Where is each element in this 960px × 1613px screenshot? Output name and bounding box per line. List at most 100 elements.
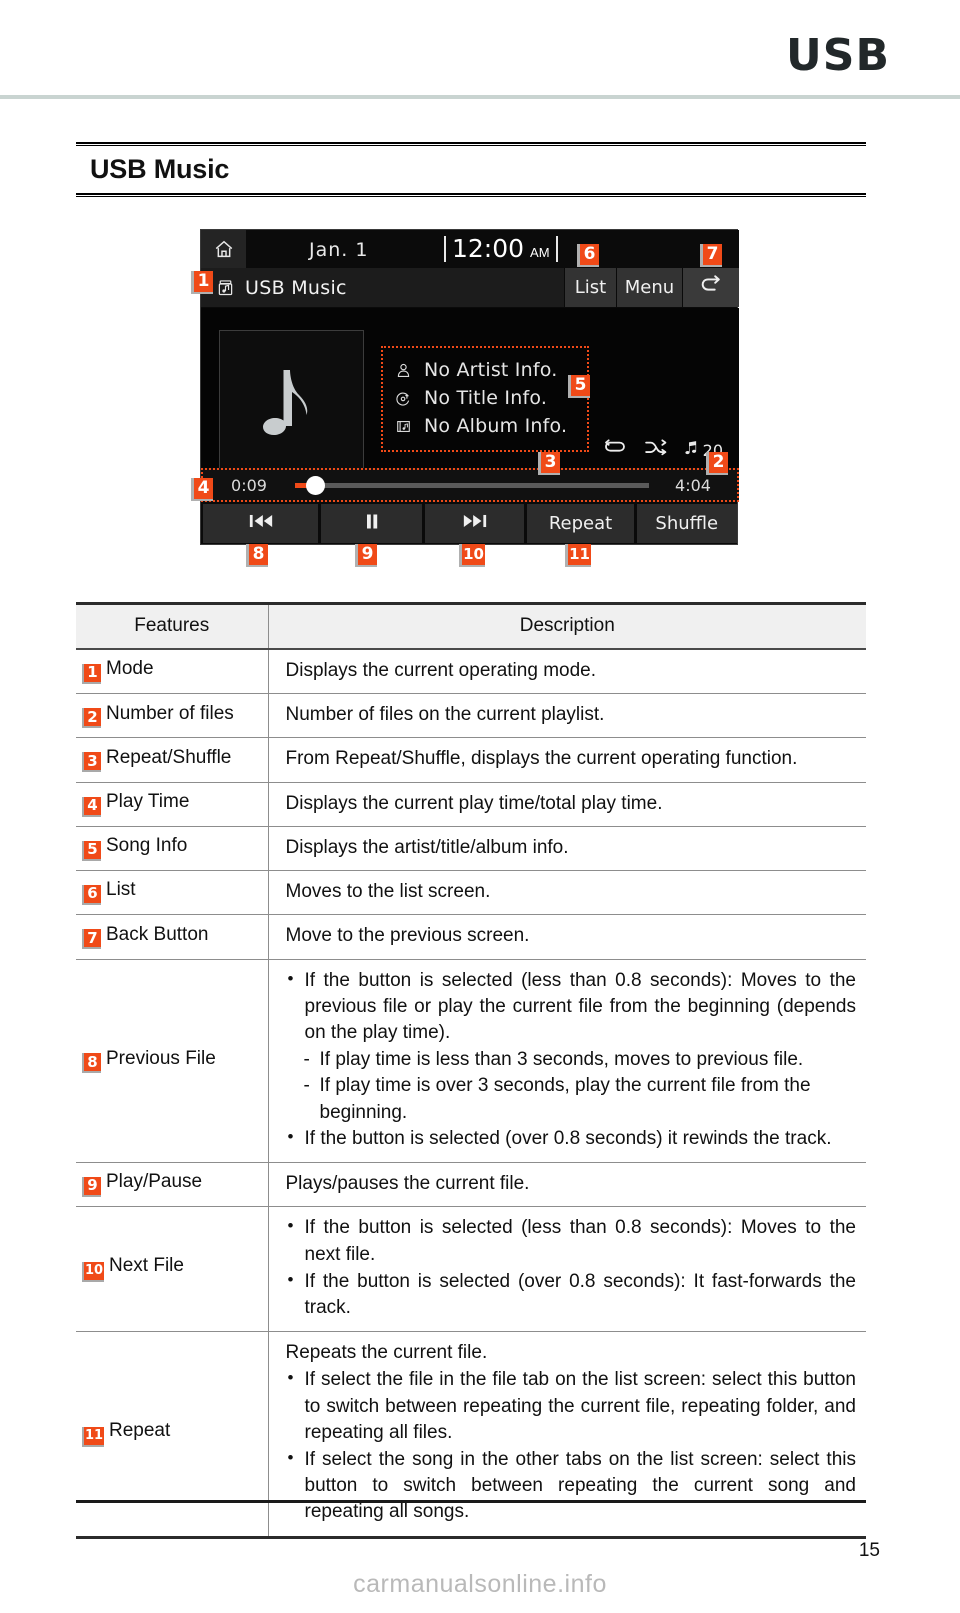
column-header-description: Description — [268, 602, 866, 650]
callout-2: 2 — [706, 452, 728, 475]
header-rule — [0, 95, 960, 99]
shuffle-icon — [644, 439, 668, 462]
feature-cell: 11 Repeat — [76, 1331, 269, 1539]
table-row: 2 Number of files Number of files on the … — [76, 693, 866, 739]
callout-11: 11 — [565, 544, 591, 567]
section-heading: USB Music — [76, 142, 866, 197]
status-clock: 12:00 AM — [444, 234, 558, 263]
list-item: If play time is over 3 seconds, play the… — [302, 1073, 857, 1125]
shuffle-button[interactable]: Shuffle — [636, 504, 737, 543]
title-text: No Title Info. — [424, 387, 548, 409]
feature-cell: 8 Previous File — [76, 959, 269, 1164]
feature-cell: 1 Mode — [76, 649, 269, 695]
home-icon — [213, 238, 235, 260]
row-badge-5: 5 — [82, 840, 101, 861]
current-time: 0:09 — [231, 475, 267, 495]
table-row: 4 Play Time Displays the current play tim… — [76, 782, 866, 827]
feature-label: Repeat/Shuffle — [106, 746, 232, 768]
title-row: No Title Info. — [395, 387, 579, 409]
feature-label: Repeat — [109, 1420, 171, 1442]
feature-label: Song Info — [106, 835, 188, 857]
description-cell: Moves to the list screen. — [268, 870, 866, 916]
progress-handle[interactable] — [306, 475, 325, 495]
title-disc-icon — [395, 390, 417, 407]
progress-slider[interactable] — [295, 475, 649, 495]
table-row: 9 Play/Pause Plays/pauses the current fil… — [76, 1162, 866, 1208]
music-note-small-icon — [685, 441, 698, 460]
feature-cell: 6 List — [76, 870, 269, 916]
bullet-list: If the button is selected (less than 0.8… — [286, 967, 857, 1153]
page-title: USB Music — [90, 154, 230, 184]
table-row: 7 Back Button Move to the previous screen… — [76, 914, 866, 960]
feature-cell: 10 Next File — [76, 1206, 269, 1333]
sub-bullet-list: If play time is less than 3 seconds, mov… — [302, 1047, 857, 1126]
feature-label: List — [106, 879, 136, 901]
manual-page: USB USB Music Jan. 1 12:00 AM USB Music … — [0, 0, 960, 1613]
table-row: 8Previous File If the button is selected… — [76, 959, 866, 1164]
total-time: 4:04 — [675, 475, 711, 495]
document-header: USB — [0, 0, 960, 100]
artist-row: No Artist Info. — [395, 359, 579, 381]
skip-back-icon — [248, 513, 274, 534]
feature-label: Play Time — [106, 791, 190, 813]
album-row: No Album Info. — [395, 415, 579, 437]
feature-cell: 7 Back Button — [76, 914, 269, 960]
table-body: 1 Mode Displays the current operating mod… — [76, 649, 866, 1539]
watermark: carmanualsonline.info — [353, 1570, 607, 1598]
list-item: If select the song in the other tabs on … — [286, 1446, 856, 1526]
head-unit-screen: Jan. 1 12:00 AM USB Music List Menu No A… — [200, 229, 739, 545]
table-row: 1 Mode Displays the current operating mod… — [76, 649, 866, 695]
feature-label: Play/Pause — [106, 1171, 203, 1193]
back-button[interactable] — [682, 268, 739, 307]
footer-rule — [76, 1500, 866, 1503]
page-number: 15 — [858, 1540, 880, 1561]
progress-bar-row: 0:09 4:04 — [201, 468, 739, 502]
feature-cell: 9 Play/Pause — [76, 1162, 269, 1208]
list-button[interactable]: List — [564, 268, 616, 307]
home-button[interactable] — [201, 230, 246, 268]
music-note-icon — [259, 362, 325, 453]
play-pause-button[interactable] — [321, 504, 422, 543]
callout-9: 9 — [355, 544, 377, 567]
feature-label: Previous File — [106, 1047, 216, 1069]
feature-cell: 4 Play Time — [76, 782, 269, 827]
playback-status-icons: 20 — [603, 439, 723, 462]
feature-label: Next File — [109, 1255, 184, 1277]
table-header-row: Features Description — [76, 602, 866, 650]
list-item: If the button is selected (over 0.8 seco… — [286, 1268, 856, 1321]
column-header-features: Features — [76, 602, 269, 650]
table-row: 6 List Moves to the list screen. — [76, 870, 866, 916]
mode-label: USB Music — [245, 276, 347, 299]
feature-label: Back Button — [106, 923, 209, 945]
album-art — [219, 330, 364, 485]
row-badge-8: 8 — [82, 1053, 101, 1074]
row-badge-7: 7 — [82, 929, 101, 950]
table-row: 10Next File If the button is selected (l… — [76, 1206, 866, 1333]
now-playing-area: No Artist Info. No Title Info. No Album … — [201, 308, 739, 485]
back-arrow-icon — [699, 274, 723, 301]
description-cell: Plays/pauses the current file. — [268, 1162, 866, 1208]
description-cell: If the button is selected (less than 0.8… — [268, 1206, 866, 1333]
section-rule-bottom — [76, 193, 866, 197]
repeat-icon — [603, 439, 627, 462]
next-file-button[interactable] — [424, 504, 525, 543]
skip-forward-icon — [462, 513, 488, 534]
feature-cell: 5 Song Info — [76, 826, 269, 872]
artist-text: No Artist Info. — [424, 359, 558, 381]
repeat-button[interactable]: Repeat — [527, 504, 634, 543]
row-badge-11: 11 — [82, 1426, 104, 1447]
description-cell: If the button is selected (less than 0.8… — [268, 959, 866, 1164]
row-badge-2: 2 — [82, 708, 101, 729]
feature-label: Mode — [106, 658, 154, 680]
previous-file-button[interactable] — [203, 504, 319, 543]
transport-controls: Repeat Shuffle — [201, 502, 739, 544]
pause-icon — [364, 513, 380, 535]
callout-3: 3 — [538, 452, 560, 475]
list-item: If the button is selected (over 0.8 seco… — [286, 1125, 857, 1152]
title-bar-actions: List Menu — [564, 268, 739, 307]
menu-button[interactable]: Menu — [616, 268, 682, 307]
intro-text: Repeats the current file. — [285, 1342, 488, 1364]
row-badge-3: 3 — [82, 752, 101, 773]
callout-6: 6 — [577, 244, 599, 267]
callout-5: 5 — [568, 375, 590, 398]
